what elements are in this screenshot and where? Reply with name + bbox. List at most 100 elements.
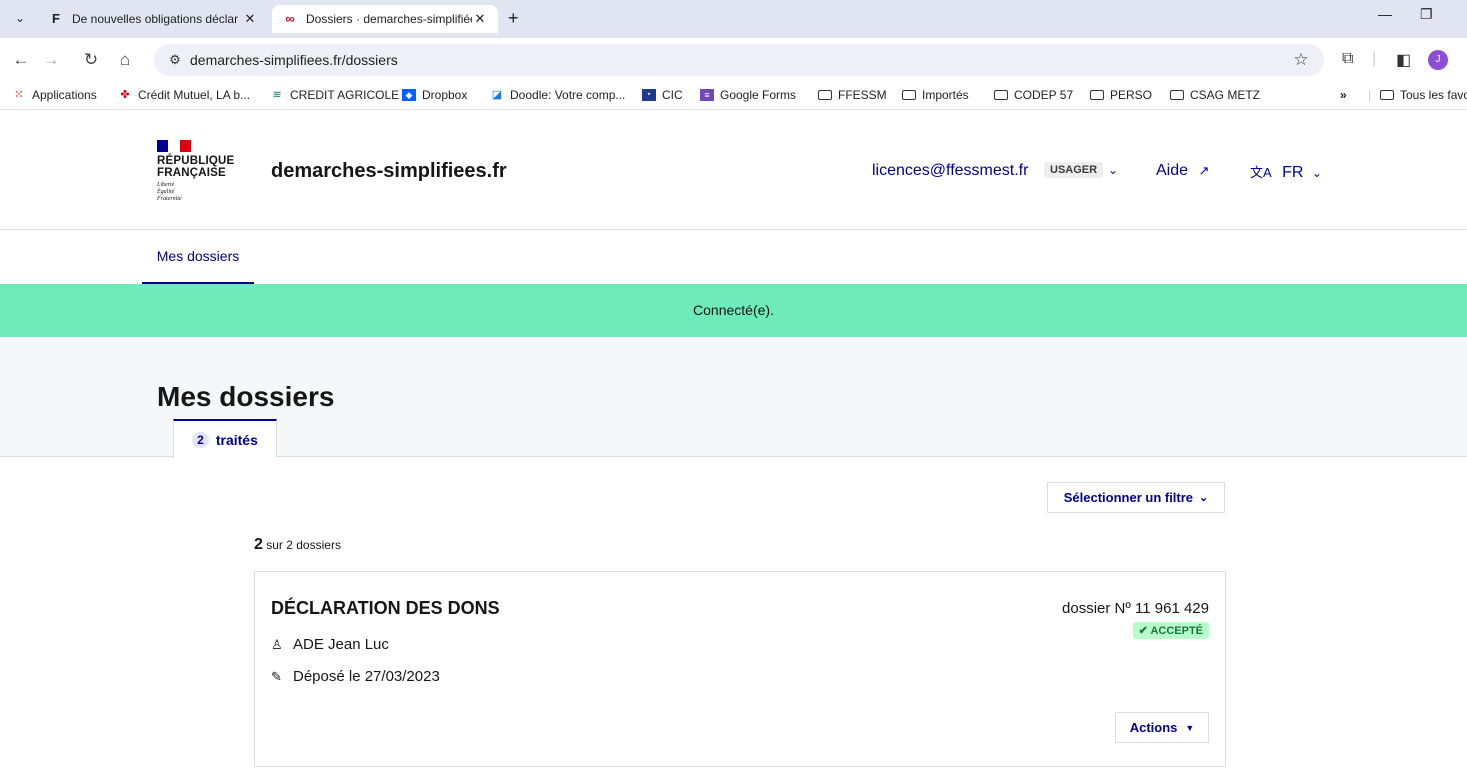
bookmarks-overflow-icon[interactable]: » <box>1340 88 1347 102</box>
language-selector[interactable]: 文A FR ⌄ <box>1250 162 1322 182</box>
help-label: Aide <box>1156 162 1189 179</box>
bookmark-label: FFESSM <box>838 88 887 102</box>
edit-icon: ✎ <box>271 668 282 684</box>
back-icon[interactable]: ← <box>10 49 32 71</box>
flag-icon <box>157 140 191 152</box>
actions-button[interactable]: Actions ▼ <box>1115 712 1209 743</box>
browser-tab-active[interactable]: ∞ Dossiers · demarches-simplifiée ✕ <box>272 5 498 33</box>
bookmark-folder-ffessm[interactable]: FFESSM <box>818 88 887 102</box>
bookmark-label: Applications <box>32 88 97 102</box>
republique-francaise-logo[interactable]: RÉPUBLIQUE FRANÇAISE Liberté Égalité Fra… <box>157 140 234 203</box>
bookmark-credit-agricole[interactable]: ≋ CREDIT AGRICOLE <box>270 88 399 102</box>
tab-label: traités <box>215 431 258 448</box>
dossier-card[interactable]: DÉCLARATION DES DONS dossier Nº 11 961 4… <box>254 571 1226 767</box>
bookmark-folder-importes[interactable]: Importés <box>902 88 969 102</box>
dossier-date: ✎ Déposé le 27/03/2023 <box>271 668 440 685</box>
result-count-number: 2 <box>254 536 263 553</box>
user-icon: ♙ <box>271 636 283 652</box>
address-bar[interactable]: ⚙ demarches-simplifiees.fr/dossiers ☆ <box>154 44 1324 76</box>
browser-tab-inactive[interactable]: F De nouvelles obligations déclar ✕ <box>38 5 268 33</box>
site-name[interactable]: demarches-simplifiees.fr <box>271 160 507 183</box>
dossier-title[interactable]: DÉCLARATION DES DONS <box>271 598 500 619</box>
doodle-icon: ◪ <box>491 89 503 101</box>
close-tab-icon[interactable]: ✕ <box>472 11 488 27</box>
flash-message: Connecté(e). <box>0 284 1467 337</box>
tab-favicon-icon: ∞ <box>285 11 295 26</box>
devise-fraternite: Fraternité <box>157 196 182 202</box>
bookmark-credit-mutuel[interactable]: ✤ Crédit Mutuel, LA b... <box>118 88 250 102</box>
dossier-person: ♙ ADE Jean Luc <box>271 636 389 653</box>
status-label: ACCEPTÉ <box>1150 625 1203 637</box>
result-count-label: sur 2 dossiers <box>266 538 341 552</box>
status-badge: ✔ ACCEPTÉ <box>1132 622 1209 639</box>
bookmark-star-icon[interactable]: ☆ <box>1286 50 1316 70</box>
rf-line1: RÉPUBLIQUE <box>157 155 235 167</box>
credit-mutuel-icon: ✤ <box>120 89 130 101</box>
bookmark-folder-codep57[interactable]: CODEP 57 <box>994 88 1073 102</box>
bookmark-label: CODEP 57 <box>1014 88 1074 102</box>
bookmark-dropbox[interactable]: ◆ Dropbox <box>402 88 467 102</box>
cic-icon: ▪ <box>642 89 656 101</box>
bookmark-google-forms[interactable]: ≡ Google Forms <box>700 88 796 102</box>
devise-liberte: Liberté <box>157 182 175 188</box>
bookmark-all-favorites[interactable]: Tous les favo <box>1380 88 1467 102</box>
bookmark-folder-csag-metz[interactable]: CSAG METZ <box>1170 88 1260 102</box>
page-title-band: Mes dossiers 2 traités <box>0 337 1467 458</box>
bookmark-label: Tous les favo <box>1400 88 1467 102</box>
tab-title: De nouvelles obligations déclar <box>72 12 239 26</box>
deposit-date: Déposé le 27/03/2023 <box>293 668 440 685</box>
site-info-icon[interactable]: ⚙ <box>160 52 190 68</box>
bookmark-label: PERSO <box>1110 88 1153 102</box>
external-link-icon: ↗ <box>1198 163 1210 178</box>
user-email[interactable]: licences@ffessmest.fr <box>872 162 1028 180</box>
bookmark-label: Dropbox <box>422 88 468 102</box>
result-count: 2 sur 2 dossiers <box>254 536 341 554</box>
chevron-down-icon: ⌄ <box>1199 492 1209 504</box>
folder-icon <box>1380 90 1394 100</box>
bookmark-label: Doodle: Votre comp... <box>510 88 626 102</box>
home-icon[interactable]: ⌂ <box>114 49 136 71</box>
browser-toolbar: ← → ↻ ⌂ ⚙ demarches-simplifiees.fr/dossi… <box>0 38 1467 82</box>
person-name: ADE Jean Luc <box>293 636 389 653</box>
apps-grid-icon: ⁙ <box>14 89 24 101</box>
folder-icon <box>994 90 1008 100</box>
restore-icon[interactable]: ❐ <box>1420 6 1433 23</box>
chevron-down-icon: ⌄ <box>1311 166 1322 180</box>
actions-label: Actions <box>1129 720 1178 735</box>
extensions-icon[interactable]: ⧉ <box>1342 50 1353 68</box>
reload-icon[interactable]: ↻ <box>80 49 102 71</box>
new-tab-icon[interactable]: + <box>508 8 519 29</box>
bookmark-cic[interactable]: ▪ CIC <box>642 88 683 102</box>
close-tab-icon[interactable]: ✕ <box>242 11 258 27</box>
bookmarks-divider: | <box>1368 88 1372 102</box>
tab-traites[interactable]: 2 traités <box>173 419 277 458</box>
side-panel-icon[interactable]: ◧ <box>1396 50 1411 70</box>
bookmark-doodle[interactable]: ◪ Doodle: Votre comp... <box>490 88 626 102</box>
main-navigation: Mes dossiers <box>0 230 1467 284</box>
forward-icon[interactable]: → <box>40 49 62 71</box>
devise-egalite: Égalité <box>157 189 175 195</box>
chevron-down-icon[interactable]: ⌄ <box>1108 163 1118 177</box>
google-forms-icon: ≡ <box>700 89 714 101</box>
toolbar-divider: | <box>1372 50 1377 67</box>
dropbox-icon: ◆ <box>402 89 416 101</box>
bookmark-label: CREDIT AGRICOLE <box>290 88 400 102</box>
url-text[interactable]: demarches-simplifiees.fr/dossiers <box>190 52 1286 68</box>
rf-line2: FRANÇAISE <box>157 167 226 179</box>
bookmark-label: Google Forms <box>720 88 797 102</box>
tab-search-chevron-icon[interactable]: ⌄ <box>10 8 30 28</box>
minimize-icon[interactable]: — <box>1378 6 1392 22</box>
page-title: Mes dossiers <box>157 381 335 412</box>
credit-agricole-icon: ≋ <box>272 89 282 101</box>
tab-count: 2 <box>192 431 209 448</box>
filter-select-button[interactable]: Sélectionner un filtre ⌄ <box>1047 482 1225 513</box>
bookmark-applications[interactable]: ⁙ Applications <box>12 88 97 102</box>
help-link[interactable]: Aide ↗ <box>1156 162 1209 180</box>
folder-icon <box>818 90 832 100</box>
profile-avatar[interactable]: J <box>1428 50 1448 70</box>
folder-icon <box>902 90 916 100</box>
filter-label: Sélectionner un filtre <box>1063 490 1194 505</box>
bookmark-folder-perso[interactable]: PERSO <box>1090 88 1152 102</box>
folder-icon <box>1170 90 1184 100</box>
nav-mes-dossiers[interactable]: Mes dossiers <box>142 230 254 284</box>
